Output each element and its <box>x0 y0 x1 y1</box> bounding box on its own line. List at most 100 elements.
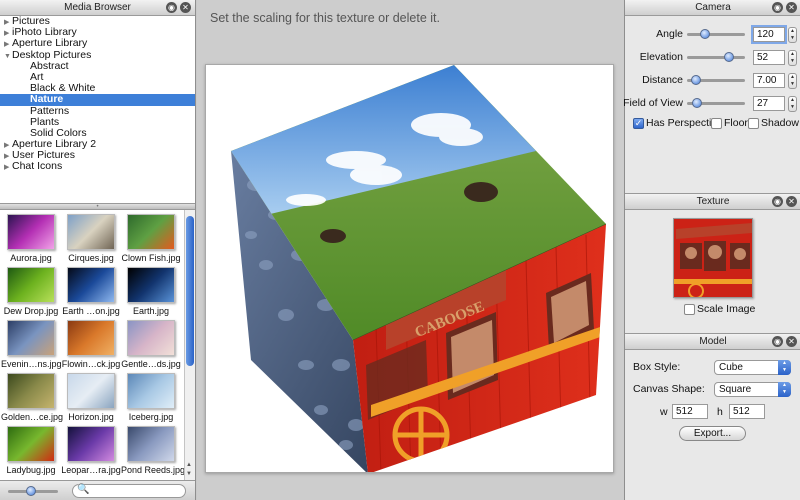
panel-options-icon[interactable]: ◉ <box>772 336 783 347</box>
slider-knob[interactable] <box>690 75 701 85</box>
thumbnail-item[interactable]: Dew Drop.jpg <box>1 264 61 316</box>
thumbnail-image[interactable] <box>67 373 115 409</box>
stepper-icon[interactable]: ▲ ▼ <box>788 73 797 89</box>
export-button[interactable]: Export... <box>679 426 746 441</box>
camera-param-slider[interactable] <box>687 98 745 108</box>
scale-image-checkbox[interactable] <box>684 304 695 315</box>
thumbnail-image[interactable] <box>7 373 55 409</box>
thumbnail-image[interactable] <box>67 267 115 303</box>
camera-param-slider[interactable] <box>687 52 745 62</box>
stepper-icon[interactable]: ▲ ▼ <box>788 96 797 112</box>
stepper-icon[interactable]: ▲ ▼ <box>788 27 797 43</box>
thumbnail-item[interactable]: Leopar…ra.jpg <box>61 423 121 475</box>
thumbnail-item[interactable]: Horizon.jpg <box>61 370 121 422</box>
media-browser-panel: Media Browser ◉ ✕ ▶ Pictures ▶ iPhoto Libra… <box>0 0 196 500</box>
thumbnail-item[interactable]: Earth.jpg <box>121 264 181 316</box>
thumbnail-image[interactable] <box>7 214 55 250</box>
thumbnail-image[interactable] <box>67 426 115 462</box>
tree-item-label: Nature <box>30 93 64 106</box>
thumbnail-item[interactable]: Pond Reeds.jpg <box>121 423 184 475</box>
thumbnail-image[interactable] <box>7 426 55 462</box>
tree-item-label: Desktop Pictures <box>12 48 92 61</box>
thumbnail-item[interactable]: Flowin…ck.jpg <box>61 317 121 369</box>
scroll-down-icon[interactable]: ▼ <box>186 471 192 477</box>
scrollbar-thumb[interactable] <box>186 216 194 366</box>
tree-item[interactable]: ▶ Chat Icons <box>0 161 195 172</box>
scroll-up-icon[interactable]: ▲ <box>186 462 192 468</box>
disclosure-closed-icon[interactable]: ▶ <box>0 162 12 173</box>
thumbnail-item[interactable]: Earth …on.jpg <box>61 264 121 316</box>
thumbnail-size-slider[interactable] <box>8 486 58 496</box>
floor-label: Floor <box>724 117 748 129</box>
slider-knob[interactable] <box>691 98 702 108</box>
thumbnail-item[interactable]: Cirques.jpg <box>61 211 121 263</box>
thumbnail-item[interactable]: Ladybug.jpg <box>1 423 61 475</box>
thumbnail-image[interactable] <box>67 320 115 356</box>
camera-param-slider[interactable] <box>687 75 745 85</box>
panel-options-icon[interactable]: ◉ <box>166 2 177 13</box>
panel-options-icon[interactable]: ◉ <box>772 196 783 207</box>
thumbnail-image[interactable] <box>7 320 55 356</box>
thumbnail-scrollbar[interactable]: ▲ ▼ <box>184 210 195 480</box>
height-field[interactable]: 512 <box>729 404 765 419</box>
thumbnail-caption: Evenin…ns.jpg <box>1 359 62 369</box>
thumbnail-caption: Earth.jpg <box>132 306 170 316</box>
thumbnail-image[interactable] <box>127 373 175 409</box>
camera-param-field[interactable]: 27 <box>753 96 785 111</box>
thumbnail-image[interactable] <box>127 214 175 250</box>
thumbnail-item[interactable]: Clown Fish.jpg <box>121 211 181 263</box>
close-icon[interactable]: ✕ <box>180 2 191 13</box>
shadow-checkbox[interactable] <box>748 118 759 129</box>
camera-titlebar: Camera ◉ ✕ <box>625 0 800 16</box>
box-style-popup[interactable]: Cube ▲ ▼ <box>714 360 791 375</box>
thumbnail-item[interactable]: Evenin…ns.jpg <box>1 317 62 369</box>
camera-param-field[interactable]: 7.00 <box>753 73 785 88</box>
disclosure-closed-icon[interactable]: ▶ <box>0 39 12 50</box>
camera-title: Camera <box>695 2 731 13</box>
texture-thumbnail[interactable] <box>673 218 753 298</box>
cube-render[interactable]: CABOOSE <box>206 65 614 473</box>
media-browser-footer: 🔍 <box>0 480 195 500</box>
has-perspective-checkbox[interactable]: ✓ <box>633 118 644 129</box>
slider-knob[interactable] <box>700 29 711 39</box>
canvas-shape-value: Square <box>719 384 752 395</box>
media-browser-titlebar: Media Browser ◉ ✕ <box>0 0 195 16</box>
shadow-label: Shadow <box>761 117 799 129</box>
thumbnail-caption: Pond Reeds.jpg <box>121 465 184 475</box>
popup-arrows-icon: ▲ ▼ <box>778 382 791 397</box>
canvas-shape-popup[interactable]: Square ▲ ▼ <box>714 382 791 397</box>
width-field[interactable]: 512 <box>672 404 708 419</box>
camera-param-label: Elevation <box>639 51 683 63</box>
disclosure-open-icon[interactable]: ▼ <box>0 51 12 62</box>
search-input[interactable]: 🔍 <box>72 484 186 498</box>
stepper-icon[interactable]: ▲ ▼ <box>788 50 797 66</box>
thumbnail-image[interactable] <box>127 320 175 356</box>
slider-knob[interactable] <box>26 486 36 496</box>
close-icon[interactable]: ✕ <box>786 336 797 347</box>
thumbnail-image[interactable] <box>127 267 175 303</box>
tree-item-label: Black & White <box>30 82 96 95</box>
cube-preview-canvas[interactable]: CABOOSE <box>205 64 614 473</box>
thumbnail-caption: Horizon.jpg <box>68 412 114 422</box>
close-icon[interactable]: ✕ <box>786 196 797 207</box>
camera-param-field[interactable]: 52 <box>753 50 785 65</box>
texture-image <box>674 219 752 297</box>
thumbnail-item[interactable]: Aurora.jpg <box>1 211 61 263</box>
thumbnail-caption: Cirques.jpg <box>68 253 114 263</box>
texture-title: Texture <box>696 196 730 207</box>
camera-param-field[interactable]: 120 <box>753 27 785 42</box>
slider-knob[interactable] <box>724 52 735 62</box>
floor-checkbox[interactable] <box>711 118 722 129</box>
thumbnail-image[interactable] <box>7 267 55 303</box>
thumbnail-item[interactable]: Golden…ce.jpg <box>1 370 63 422</box>
camera-param-slider[interactable] <box>687 29 745 39</box>
tree-item-label: Aperture Library 2 <box>12 138 97 151</box>
panel-options-icon[interactable]: ◉ <box>772 2 783 13</box>
tree-item-label: Patterns <box>30 104 70 117</box>
thumbnail-item[interactable]: Gentle…ds.jpg <box>121 317 181 369</box>
thumbnail-image[interactable] <box>67 214 115 250</box>
thumbnail-caption: Dew Drop.jpg <box>3 306 59 316</box>
close-icon[interactable]: ✕ <box>786 2 797 13</box>
thumbnail-image[interactable] <box>127 426 175 462</box>
thumbnail-item[interactable]: Iceberg.jpg <box>121 370 181 422</box>
